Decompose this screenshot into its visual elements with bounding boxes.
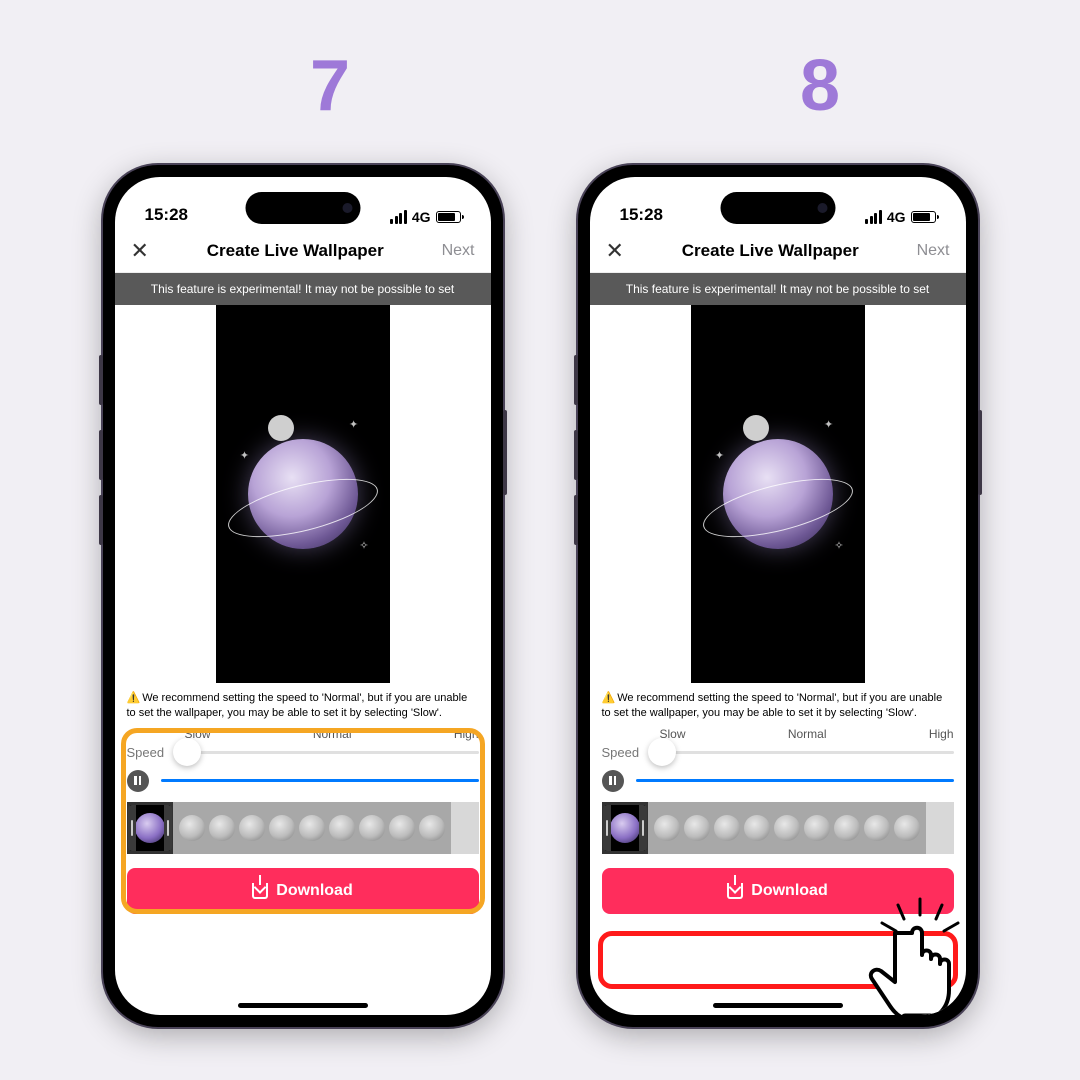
step-number-8: 8 xyxy=(800,45,840,127)
close-icon[interactable]: ✕ xyxy=(606,238,624,264)
timeline-frames[interactable] xyxy=(173,802,451,854)
timeline-selection[interactable] xyxy=(602,802,648,854)
nav-bar: ✕ Create Live Wallpaper Next xyxy=(590,229,966,273)
signal-icon xyxy=(865,210,882,224)
wallpaper-preview: ✦✧✦ xyxy=(216,305,390,683)
speed-option-normal: Normal xyxy=(211,727,454,741)
nav-title: Create Live Wallpaper xyxy=(682,241,859,261)
speed-slider[interactable] xyxy=(662,751,954,754)
next-button[interactable]: Next xyxy=(442,242,475,260)
download-label: Download xyxy=(276,882,352,900)
phone-frame-7: 15:28 4G ✕ Create Live Wallpaper Next Th… xyxy=(103,165,503,1027)
screen-7: 15:28 4G ✕ Create Live Wallpaper Next Th… xyxy=(115,177,491,1015)
nav-bar: ✕ Create Live Wallpaper Next xyxy=(115,229,491,273)
warning-icon: ⚠️ xyxy=(602,692,616,704)
speed-option-high: High xyxy=(929,727,954,741)
video-timeline[interactable] xyxy=(127,802,479,854)
speed-section: Slow Normal High Speed xyxy=(115,723,491,760)
home-indicator xyxy=(238,1003,368,1008)
battery-icon xyxy=(436,211,461,223)
playback-progress[interactable] xyxy=(161,779,479,782)
timeline-selection[interactable] xyxy=(127,802,173,854)
experimental-banner: This feature is experimental! It may not… xyxy=(590,273,966,305)
speed-option-high: High xyxy=(454,727,479,741)
speed-label: Speed xyxy=(602,745,650,760)
tap-cursor-icon xyxy=(854,897,966,1015)
network-label: 4G xyxy=(412,209,431,225)
next-button[interactable]: Next xyxy=(917,242,950,260)
timeline-frames[interactable] xyxy=(648,802,926,854)
download-button[interactable]: Download xyxy=(127,868,479,914)
trim-handle-left[interactable] xyxy=(603,805,611,851)
speed-option-normal: Normal xyxy=(686,727,929,741)
slider-thumb[interactable] xyxy=(648,738,676,766)
download-icon xyxy=(252,883,268,899)
home-indicator xyxy=(713,1003,843,1008)
playback-progress[interactable] xyxy=(636,779,954,782)
signal-icon xyxy=(390,210,407,224)
planet-graphic xyxy=(723,439,833,549)
dynamic-island xyxy=(720,192,835,224)
close-icon[interactable]: ✕ xyxy=(131,238,149,264)
pause-button[interactable] xyxy=(127,770,149,792)
warning-icon: ⚠️ xyxy=(127,692,141,704)
screen-8: 15:28 4G ✕ Create Live Wallpaper Next Th… xyxy=(590,177,966,1015)
step-number-7: 7 xyxy=(310,45,350,127)
trim-handle-right[interactable] xyxy=(639,805,647,851)
status-time: 15:28 xyxy=(620,205,663,225)
dynamic-island xyxy=(245,192,360,224)
speed-recommendation: ⚠️We recommend setting the speed to 'Nor… xyxy=(590,683,966,723)
nav-title: Create Live Wallpaper xyxy=(207,241,384,261)
pause-button[interactable] xyxy=(602,770,624,792)
video-timeline[interactable] xyxy=(602,802,954,854)
slider-thumb[interactable] xyxy=(173,738,201,766)
speed-label: Speed xyxy=(127,745,175,760)
phone-frame-8: 15:28 4G ✕ Create Live Wallpaper Next Th… xyxy=(578,165,978,1027)
download-icon xyxy=(727,883,743,899)
speed-section: Slow Normal High Speed xyxy=(590,723,966,760)
wallpaper-preview: ✦✧✦ xyxy=(691,305,865,683)
download-label: Download xyxy=(751,882,827,900)
battery-icon xyxy=(911,211,936,223)
speed-recommendation: ⚠️We recommend setting the speed to 'Nor… xyxy=(115,683,491,723)
status-time: 15:28 xyxy=(145,205,188,225)
download-button[interactable]: Download xyxy=(602,868,954,914)
planet-graphic xyxy=(248,439,358,549)
trim-handle-right[interactable] xyxy=(164,805,172,851)
experimental-banner: This feature is experimental! It may not… xyxy=(115,273,491,305)
highlight-download-button xyxy=(598,931,958,989)
speed-slider[interactable] xyxy=(187,751,479,754)
trim-handle-left[interactable] xyxy=(128,805,136,851)
network-label: 4G xyxy=(887,209,906,225)
